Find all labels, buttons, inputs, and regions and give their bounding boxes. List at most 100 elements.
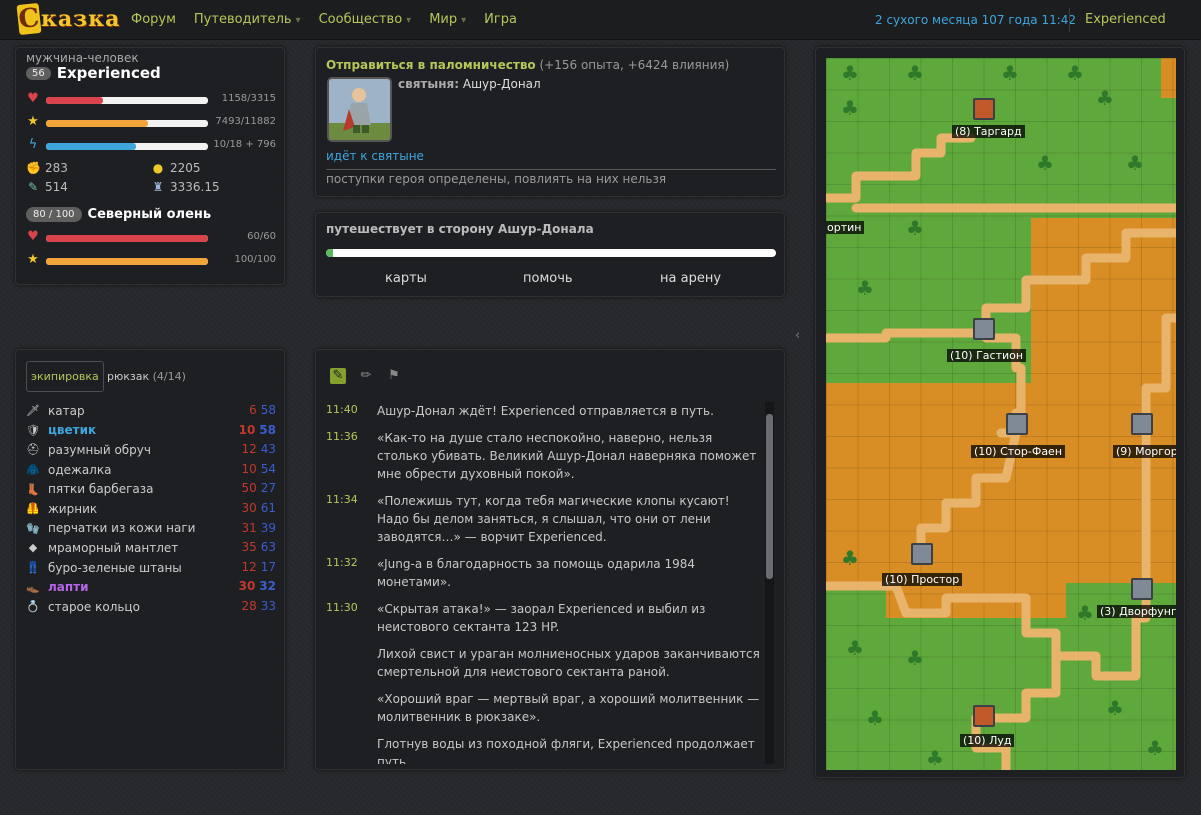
chevron-down-icon: ▾: [406, 15, 412, 26]
equipment-item[interactable]: 🧥 одежалка 10 54: [26, 460, 276, 480]
equipment-item-name[interactable]: цветик: [48, 423, 96, 437]
arena-button[interactable]: на арену: [660, 271, 721, 286]
journal-text: Лихой свист и ураган молниеносных ударов…: [377, 647, 760, 679]
magic-power: 17: [260, 559, 276, 574]
nav-community[interactable]: Сообщество ▾: [319, 12, 412, 27]
town-icon[interactable]: [973, 318, 995, 340]
equipment-item-name[interactable]: лапти: [48, 580, 89, 594]
magic-power: 58: [260, 403, 276, 417]
equipment-item-name[interactable]: разумный обруч: [48, 443, 151, 457]
pet-experience-row: ★ 100/100: [26, 253, 276, 268]
quest-place: святыня: Ашур-Донал: [398, 77, 541, 91]
map-place-label[interactable]: (8) Таргард: [952, 125, 1025, 138]
town-icon[interactable]: [1131, 578, 1153, 600]
scrollbar-thumb[interactable]: [766, 414, 773, 579]
journal-text: «Полежишь тут, когда тебя магические кло…: [377, 494, 730, 544]
equipment-item-name[interactable]: пятки барбегаза: [48, 482, 153, 496]
pet-name[interactable]: Северный олень: [88, 207, 212, 222]
quest-hero-portrait: [327, 77, 392, 142]
chevron-down-icon: ▾: [461, 15, 467, 26]
equipment-item-name[interactable]: мраморный мантлет: [48, 541, 178, 555]
physical-power: 31: [241, 520, 257, 535]
journal-entry: 11:34 «Полежишь тут, когда тебя магически…: [326, 492, 766, 546]
magic-power: 54: [260, 461, 276, 476]
heart-icon: ♥: [27, 229, 39, 244]
quest-place-value[interactable]: Ашур-Донал: [463, 77, 541, 91]
tab-backpack[interactable]: рюкзак (4/14): [107, 370, 186, 383]
town-icon[interactable]: [1131, 413, 1153, 435]
logo[interactable]: С казка: [16, 2, 120, 36]
wand-icon: ✎: [27, 180, 39, 194]
equipment-item[interactable]: 🦺 жирник 30 61: [26, 499, 276, 519]
nav-world[interactable]: Мир ▾: [429, 12, 466, 27]
equipment-item-name[interactable]: жирник: [48, 502, 97, 516]
equipment-item[interactable]: 🛡 цветик 10 58: [26, 421, 276, 441]
quest-title[interactable]: Отправиться в паломничество: [326, 58, 536, 72]
journal-text: Ашур-Донал ждёт! Experienced отправляетс…: [377, 404, 714, 418]
experience-bar-row: ★ 7493/11882: [26, 115, 276, 130]
chevron-left-icon[interactable]: ‹: [795, 328, 800, 343]
tree-icon: ♣: [866, 706, 884, 730]
map-place-label[interactable]: ортин: [826, 221, 865, 234]
shoes-icon: 👞: [26, 580, 40, 594]
nav-game[interactable]: Игра: [484, 12, 517, 27]
logo-mark: С: [16, 2, 42, 36]
equipment-item-name[interactable]: одежалка: [48, 463, 111, 477]
world-map[interactable]: ♣ ♣ ♣ ♣ ♣ ♣ ♣ ♣ ♣ ♣ ♣ ♣ ♣ ♣ ♣ ♣ ♣ ♣ (8) …: [826, 58, 1176, 770]
energy-bar-row: ϟ 10/18 + 796: [26, 137, 276, 153]
equipment-item-name[interactable]: буро-зеленые штаны: [48, 561, 182, 575]
map-place-label[interactable]: (10) Простор: [882, 573, 963, 586]
tree-icon: ♣: [856, 276, 874, 300]
equipment-item[interactable]: 👢 пятки барбегаза 50 27: [26, 479, 276, 499]
town-icon[interactable]: [973, 705, 995, 727]
physical-power: 35: [241, 540, 257, 555]
journal-scrollbar[interactable]: [765, 402, 774, 764]
town-icon[interactable]: [911, 543, 933, 565]
physical-power: 30: [241, 500, 257, 515]
quest-place-label: святыня: [398, 77, 455, 91]
tab-equipment[interactable]: экипировка: [26, 361, 104, 392]
boots-icon: 👢: [26, 482, 40, 496]
equipment-item[interactable]: ⛑ разумный обруч 12 43: [26, 440, 276, 460]
equipment-item-name[interactable]: перчатки из кожи наги: [48, 521, 195, 535]
equipment-item[interactable]: ◆ мраморный мантлет 35 63: [26, 538, 276, 558]
pencil-icon[interactable]: ✏: [358, 368, 374, 384]
cards-button[interactable]: карты: [385, 271, 427, 286]
quest-status: идёт к святыне: [326, 149, 424, 163]
stat-gold: ● 2205: [152, 161, 201, 175]
roads: [826, 133, 1176, 770]
equipment-item[interactable]: 👖 буро-зеленые штаны 12 17: [26, 558, 276, 578]
town-icon[interactable]: [1006, 413, 1028, 435]
magic-power: 27: [260, 481, 276, 496]
journal-panel: ✎ ✏ ⚑ 11:40 Ашур-Донал ждёт! Experienced …: [315, 349, 785, 770]
equipment-list: 🗡 катар 6 58 🛡 цветик 10 58 ⛑ разумный обруч 12 43 🧥…: [26, 401, 276, 617]
action-panel: путешествует в сторону Ашур-Донала карты…: [315, 212, 785, 297]
nav-forum[interactable]: Форум: [131, 12, 176, 27]
town-icon[interactable]: [973, 98, 995, 120]
map-place-label[interactable]: (10) Стор-Фаен: [971, 445, 1066, 458]
magic-power: 33: [260, 598, 276, 613]
top-bar: С казка Форум Путеводитель ▾ Сообщество ▾ …: [0, 0, 1201, 40]
journal-icon[interactable]: ✎: [330, 368, 346, 384]
lightning-icon: ϟ: [28, 137, 38, 152]
account-menu[interactable]: Experienced: [1085, 12, 1166, 27]
journal-time: 11:32: [326, 556, 358, 569]
map-place-label[interactable]: (10) Гастион: [947, 349, 1027, 362]
equipment-item[interactable]: 🗡 катар 6 58: [26, 401, 276, 421]
hero-name[interactable]: Experienced: [57, 64, 161, 82]
map-place-label[interactable]: (9) Моргор: [1113, 445, 1176, 458]
nav-guide[interactable]: Путеводитель ▾: [194, 12, 301, 27]
equipment-item[interactable]: 👞 лапти 30 32: [26, 577, 276, 597]
map-place-label[interactable]: (10) Луд: [960, 734, 1015, 747]
map-place-label[interactable]: (3) Дворфунга: [1097, 605, 1176, 618]
energy-bar: [46, 143, 137, 150]
equipment-item-name[interactable]: старое кольцо: [48, 600, 140, 614]
tree-icon: ♣: [1001, 61, 1019, 85]
flag-icon[interactable]: ⚑: [386, 368, 402, 384]
equipment-item-name[interactable]: катар: [48, 404, 85, 418]
journal-time: 11:30: [326, 601, 358, 614]
help-button[interactable]: помочь: [523, 271, 573, 286]
journal-text: «Как-то на душе стало неспокойно, наверн…: [377, 431, 757, 481]
equipment-item[interactable]: 🧤 перчатки из кожи наги 31 39: [26, 519, 276, 539]
equipment-item[interactable]: 💍 старое кольцо 28 33: [26, 597, 276, 617]
